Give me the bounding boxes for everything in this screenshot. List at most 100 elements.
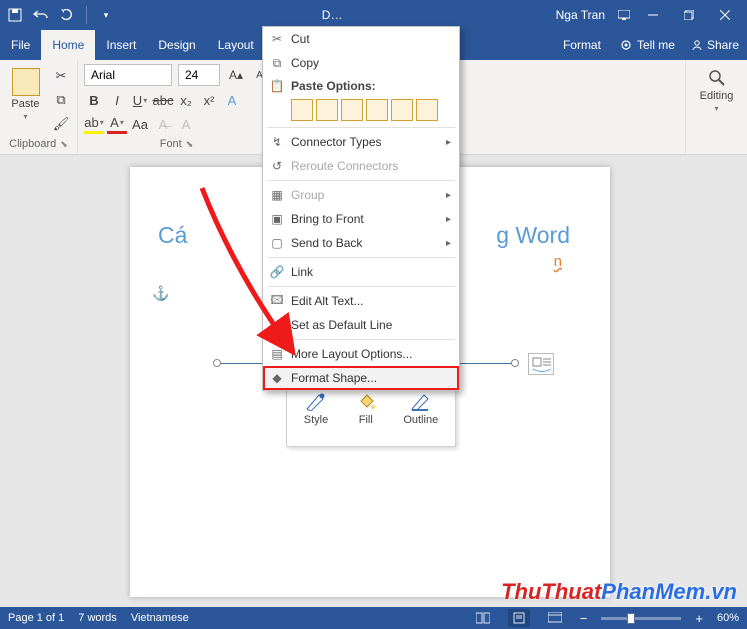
menu-paste-options-label: Paste Options: <box>291 79 376 93</box>
close-button[interactable] <box>707 0 743 30</box>
outline-icon <box>409 390 433 412</box>
mini-fill-button[interactable]: Fill <box>354 390 378 446</box>
alt-text-icon: 🖾 <box>268 291 286 312</box>
editing-button[interactable]: Editing ▾ <box>692 64 741 113</box>
tab-layout[interactable]: Layout <box>207 30 265 60</box>
zoom-slider-thumb[interactable] <box>627 613 635 624</box>
mini-style-label: Style <box>304 414 328 426</box>
text-effects-button[interactable]: A <box>222 90 242 110</box>
menu-cut[interactable]: ✂ Cut <box>263 27 459 51</box>
paste-button[interactable]: Paste ▾ <box>6 64 45 121</box>
tab-design[interactable]: Design <box>147 30 206 60</box>
redo-icon[interactable] <box>56 4 78 26</box>
menu-more-layout-options[interactable]: ▤More Layout Options... <box>263 342 459 366</box>
watermark-part1: ThuThuat <box>501 579 601 604</box>
status-words[interactable]: 7 words <box>78 612 117 624</box>
tab-insert[interactable]: Insert <box>95 30 147 60</box>
bold-button[interactable]: B <box>84 90 104 110</box>
tell-me-search[interactable]: Tell me <box>612 30 683 60</box>
share-button[interactable]: Share <box>683 30 747 60</box>
restore-button[interactable] <box>671 0 707 30</box>
paste-option-3[interactable] <box>341 99 363 121</box>
qat-divider <box>86 6 87 24</box>
tab-home[interactable]: Home <box>41 30 95 60</box>
menu-set-default-label: Set as Default Line <box>291 318 392 332</box>
paste-option-2[interactable] <box>316 99 338 121</box>
subheading-fragment-right: n <box>554 253 562 270</box>
zoom-slider[interactable] <box>601 617 681 620</box>
shape-handle-left[interactable] <box>213 359 221 367</box>
zoom-out-button[interactable]: − <box>580 611 588 626</box>
layout-options-button[interactable] <box>528 353 554 375</box>
grow-font-button[interactable]: A▴ <box>226 65 246 85</box>
menu-connector-types[interactable]: ↯Connector Types <box>263 130 459 154</box>
dialog-launcher-icon[interactable]: ⬊ <box>186 139 194 150</box>
menu-send-to-back[interactable]: ▢Send to Back <box>263 231 459 255</box>
font-name-combobox[interactable]: Arial <box>84 64 172 86</box>
tell-me-label: Tell me <box>637 38 675 52</box>
save-icon[interactable] <box>4 4 26 26</box>
menu-edit-alt-text[interactable]: 🖾 Edit Alt Text... <box>263 289 459 313</box>
menu-connector-types-label: Connector Types <box>291 135 382 149</box>
clear-formatting-button[interactable]: A̶ <box>153 114 173 134</box>
undo-icon[interactable] <box>30 4 52 26</box>
change-case-button[interactable]: Aa <box>130 114 150 134</box>
menu-format-shape[interactable]: ◆Format Shape... <box>263 366 459 390</box>
menu-copy[interactable]: ⧉Copy <box>263 51 459 75</box>
link-icon: 🔗 <box>268 265 286 279</box>
dialog-launcher-icon[interactable]: ⬊ <box>60 139 68 150</box>
subscript-button[interactable]: x₂ <box>176 90 196 110</box>
italic-button[interactable]: I <box>107 90 127 110</box>
group-icon: ▦ <box>268 188 286 202</box>
status-language[interactable]: Vietnamese <box>131 612 189 624</box>
menu-cut-label: Cut <box>291 32 310 46</box>
copy-icon[interactable]: ⧉ <box>51 90 71 110</box>
send-back-icon: ▢ <box>268 236 286 250</box>
zoom-in-button[interactable]: + <box>695 611 703 626</box>
menu-link-label: Link <box>291 265 313 279</box>
strikethrough-button[interactable]: abc <box>153 90 173 110</box>
highlight-button[interactable]: ab <box>84 114 104 134</box>
status-page[interactable]: Page 1 of 1 <box>8 612 64 624</box>
cut-icon[interactable]: ✂ <box>51 66 71 86</box>
minimize-button[interactable] <box>635 0 671 30</box>
tab-file[interactable]: File <box>0 30 41 60</box>
chevron-down-icon: ▾ <box>714 104 718 113</box>
underline-button[interactable]: U <box>130 90 150 110</box>
superscript-button[interactable]: x² <box>199 90 219 110</box>
menu-separator <box>267 180 455 181</box>
paste-option-4[interactable] <box>366 99 388 121</box>
paste-option-6[interactable] <box>416 99 438 121</box>
mini-outline-button[interactable]: Outline <box>403 390 438 446</box>
menu-bring-to-front[interactable]: ▣Bring to Front <box>263 207 459 231</box>
read-mode-button[interactable] <box>472 609 494 627</box>
menu-edit-alt-label: Edit Alt Text... <box>291 294 363 308</box>
menu-group-label: Group <box>291 188 324 202</box>
menu-link[interactable]: 🔗 Link <box>263 260 459 284</box>
menu-group: ▦ Group <box>263 183 459 207</box>
tab-format[interactable]: Format <box>552 30 612 60</box>
paste-option-1[interactable] <box>291 99 313 121</box>
phonetic-guide-button[interactable]: A <box>176 114 196 134</box>
font-color-button[interactable]: A <box>107 114 127 134</box>
font-size-combobox[interactable]: 24 <box>178 64 220 86</box>
format-painter-icon[interactable]: 🖌 <box>51 114 71 134</box>
shape-handle-right[interactable] <box>511 359 519 367</box>
paste-option-5[interactable] <box>391 99 413 121</box>
paste-icon <box>12 68 40 96</box>
print-layout-button[interactable] <box>508 609 530 627</box>
paste-options-row <box>263 97 459 125</box>
ribbon-display-options-icon[interactable] <box>613 4 635 26</box>
web-layout-button[interactable] <box>544 609 566 627</box>
paste-label: Paste <box>11 98 39 110</box>
copy-icon: ⧉ <box>268 56 286 71</box>
mini-style-button[interactable]: Style <box>304 390 328 446</box>
menu-set-default-line[interactable]: Set as Default Line <box>263 313 459 337</box>
anchor-icon[interactable]: ⚓ <box>152 285 169 302</box>
qat-customize-icon[interactable]: ▾ <box>95 4 117 26</box>
zoom-level[interactable]: 60% <box>717 612 739 624</box>
user-name[interactable]: Nga Tran <box>556 8 605 22</box>
document-title: D… <box>117 8 548 22</box>
format-shape-icon: ◆ <box>268 371 286 385</box>
cut-icon: ✂ <box>268 32 286 46</box>
